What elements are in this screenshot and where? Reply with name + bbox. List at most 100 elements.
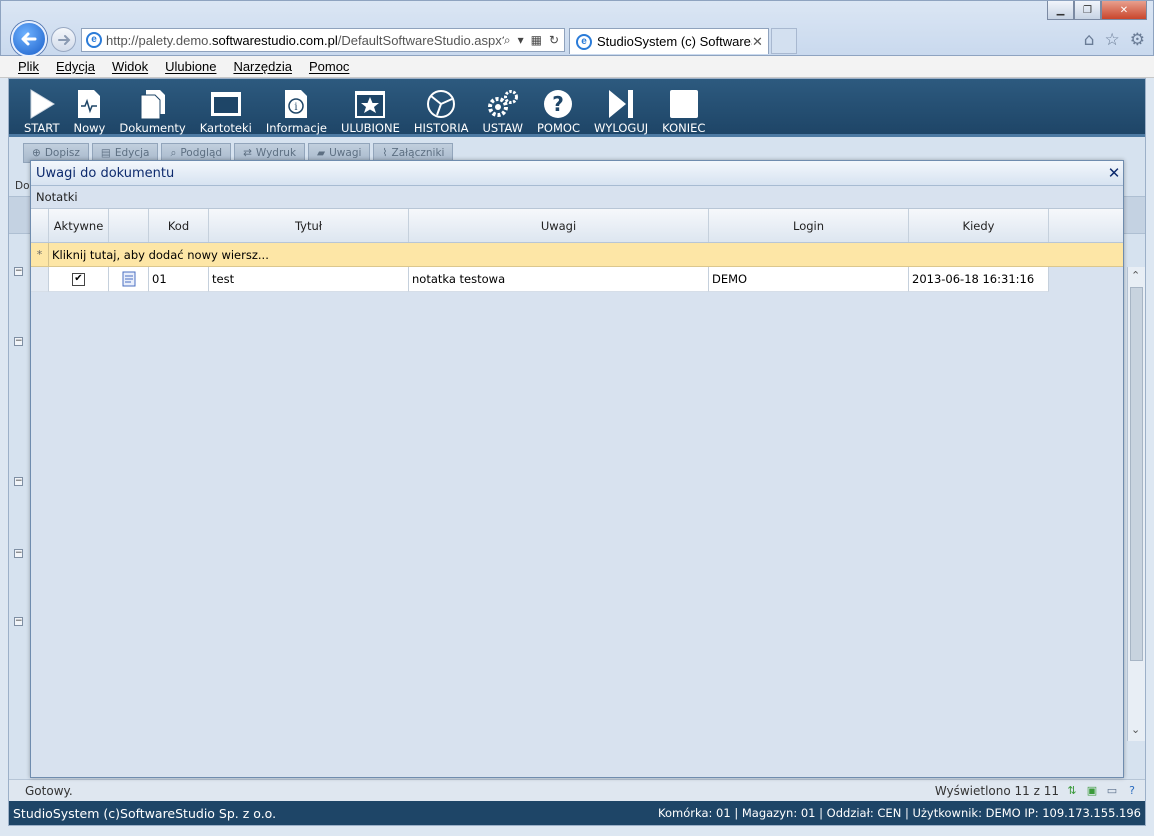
url-text[interactable]: http://palety.demo.softwarestudio.com.pl…	[106, 33, 504, 48]
column-header-uwagi[interactable]: Uwagi	[409, 209, 709, 242]
cell-tytul[interactable]: test	[209, 267, 409, 292]
preview-icon: ⌕	[170, 146, 177, 159]
refresh-icon[interactable]: ↻	[549, 33, 559, 48]
toolbar-historia-button[interactable]: HISTORIA	[407, 79, 476, 135]
active-checkbox-cell[interactable]: ✔	[49, 267, 109, 292]
dropdown-icon[interactable]: ▾	[518, 33, 524, 48]
tab-close-icon[interactable]: ✕	[752, 34, 768, 50]
new-tab-button[interactable]	[771, 28, 797, 54]
collapse-toggle-icon[interactable]: −	[14, 477, 23, 486]
cell-login[interactable]: DEMO	[709, 267, 909, 292]
collapse-toggle-icon[interactable]: −	[14, 337, 23, 346]
column-header-indicator	[31, 209, 49, 242]
toolbar-wyloguj-button[interactable]: WYLOGUJ	[587, 79, 655, 135]
minimize-button[interactable]: ▁	[1047, 1, 1074, 20]
edit-icon: ▤	[100, 147, 111, 159]
arrow-left-icon	[21, 32, 37, 46]
help-icon: ?	[542, 87, 574, 120]
grid-header-row: Aktywne Kod Tytuł Uwagi Login Kiedy	[31, 208, 1123, 243]
toolbar-pomoc-button[interactable]: ? POMOC	[530, 79, 587, 135]
document-icon-cell[interactable]	[109, 267, 149, 292]
scroll-up-icon[interactable]: ⌃	[1131, 269, 1140, 282]
history-icon	[425, 87, 457, 120]
cell-kod[interactable]: 01	[149, 267, 209, 292]
scroll-thumb[interactable]	[1130, 287, 1143, 661]
row-indicator[interactable]	[31, 267, 49, 292]
back-button[interactable]	[11, 21, 47, 57]
footer-copyright: StudioSystem (c)SoftwareStudio Sp. z o.o…	[13, 805, 277, 821]
footer-session-info: Komórka: 01 | Magazyn: 01 | Oddział: CEN…	[658, 806, 1141, 820]
dialog-close-icon[interactable]: ✕	[1105, 164, 1123, 182]
browser-tab[interactable]: e StudioSystem (c) SoftwareS... ✕	[569, 28, 769, 54]
menu-ulubione[interactable]: Ulubione	[165, 59, 216, 74]
notes-icon: ▰	[317, 147, 326, 159]
scroll-down-icon[interactable]: ⌄	[1131, 723, 1140, 736]
dialog-title-bar: Uwagi do dokumentu ✕	[31, 161, 1123, 186]
search-icon[interactable]: ⌕	[504, 33, 511, 48]
notes-grid: Aktywne Kod Tytuł Uwagi Login Kiedy * Kl…	[31, 208, 1123, 292]
toolbar-koniec-button[interactable]: KONIEC	[655, 79, 712, 135]
maximize-button[interactable]: ❐	[1074, 1, 1101, 20]
sync-icon[interactable]: ⇅	[1065, 784, 1079, 798]
column-header-aktywne[interactable]: Aktywne	[49, 209, 109, 242]
info-icon: i	[283, 87, 309, 120]
document-icon[interactable]	[122, 271, 136, 287]
browser-chrome: ▁ ❐ ✕ e http://palety.demo.softwarestudi…	[0, 0, 1154, 57]
comment-icon[interactable]: ▭	[1105, 784, 1119, 798]
home-icon[interactable]: ⌂	[1084, 30, 1095, 50]
play-icon	[27, 87, 57, 120]
toolbar-ustaw-button[interactable]: USTAW	[476, 79, 530, 135]
toolbar-ulubione-button[interactable]: ULUBIONE	[334, 79, 407, 135]
cell-uwagi[interactable]: notatka testowa	[409, 267, 709, 292]
svg-text:?: ?	[553, 92, 565, 116]
svg-text:i: i	[295, 102, 298, 113]
toolbar-kartoteki-button[interactable]: Kartoteki	[193, 79, 259, 135]
menu-plik[interactable]: Plik	[18, 59, 39, 74]
address-bar[interactable]: e http://palety.demo.softwarestudio.com.…	[81, 28, 565, 52]
table-row[interactable]: ✔ 01 test notatka testowa DEMO 2013-06-1…	[31, 267, 1123, 292]
add-new-row[interactable]: * Kliknij tutaj, aby dodać nowy wiersz..…	[31, 243, 1123, 267]
print-icon: ⇄	[243, 147, 252, 159]
notes-dialog: Uwagi do dokumentu ✕ Notatki Aktywne Kod…	[30, 160, 1124, 778]
column-header-kod[interactable]: Kod	[149, 209, 209, 242]
ie-page-icon: e	[86, 32, 102, 48]
background-scrollbar[interactable]: ⌃ ⌄	[1127, 267, 1145, 741]
forward-button[interactable]	[51, 27, 76, 52]
column-header-filler	[1049, 209, 1123, 242]
menu-widok[interactable]: Widok	[112, 59, 148, 74]
settings-gear-icon[interactable]: ⚙	[1130, 30, 1145, 50]
collapse-toggle-icon[interactable]: −	[14, 267, 23, 276]
tab-title: StudioSystem (c) SoftwareS...	[597, 34, 752, 49]
column-header-login[interactable]: Login	[709, 209, 909, 242]
add-new-row-text[interactable]: Kliknij tutaj, aby dodać nowy wiersz...	[49, 248, 269, 262]
column-header-tytul[interactable]: Tytuł	[209, 209, 409, 242]
cell-kiedy[interactable]: 2013-06-18 16:31:16	[909, 267, 1049, 292]
tab-favicon-icon: e	[576, 33, 592, 50]
toolbar-dokumenty-button[interactable]: Dokumenty	[112, 79, 192, 135]
menu-narzedzia[interactable]: Narzędzia	[233, 59, 292, 74]
star-icon	[354, 87, 386, 120]
export-icon[interactable]: ▣	[1085, 784, 1099, 798]
active-checkbox[interactable]: ✔	[72, 272, 85, 286]
favorites-icon[interactable]: ☆	[1105, 30, 1120, 50]
menu-pomoc[interactable]: Pomoc	[309, 59, 349, 74]
column-header-icon[interactable]	[109, 209, 149, 242]
asterisk-icon: *	[31, 243, 49, 266]
column-header-kiedy[interactable]: Kiedy	[909, 209, 1049, 242]
toolbar-start-button[interactable]: START	[17, 79, 66, 135]
collapse-toggle-icon[interactable]: −	[14, 549, 23, 558]
new-document-icon	[76, 87, 102, 120]
plus-icon: ⊕	[32, 147, 41, 159]
help-small-icon[interactable]: ?	[1125, 784, 1139, 798]
compatibility-icon[interactable]: ▦	[531, 33, 542, 48]
toolbar-informacje-button[interactable]: i Informacje	[259, 79, 334, 135]
tab-notatki[interactable]: Notatki	[31, 186, 1123, 208]
window-controls: ▁ ❐ ✕	[1047, 1, 1147, 20]
collapse-toggle-icon[interactable]: −	[14, 617, 23, 626]
menu-bar: Plik Edycja Widok Ulubione Narzędzia Pom…	[0, 56, 1154, 78]
stop-icon	[669, 87, 699, 120]
attachment-icon: ⌇	[382, 147, 388, 159]
close-window-button[interactable]: ✕	[1101, 1, 1147, 20]
toolbar-nowy-button[interactable]: Nowy	[66, 79, 112, 135]
menu-edycja[interactable]: Edycja	[56, 59, 95, 74]
